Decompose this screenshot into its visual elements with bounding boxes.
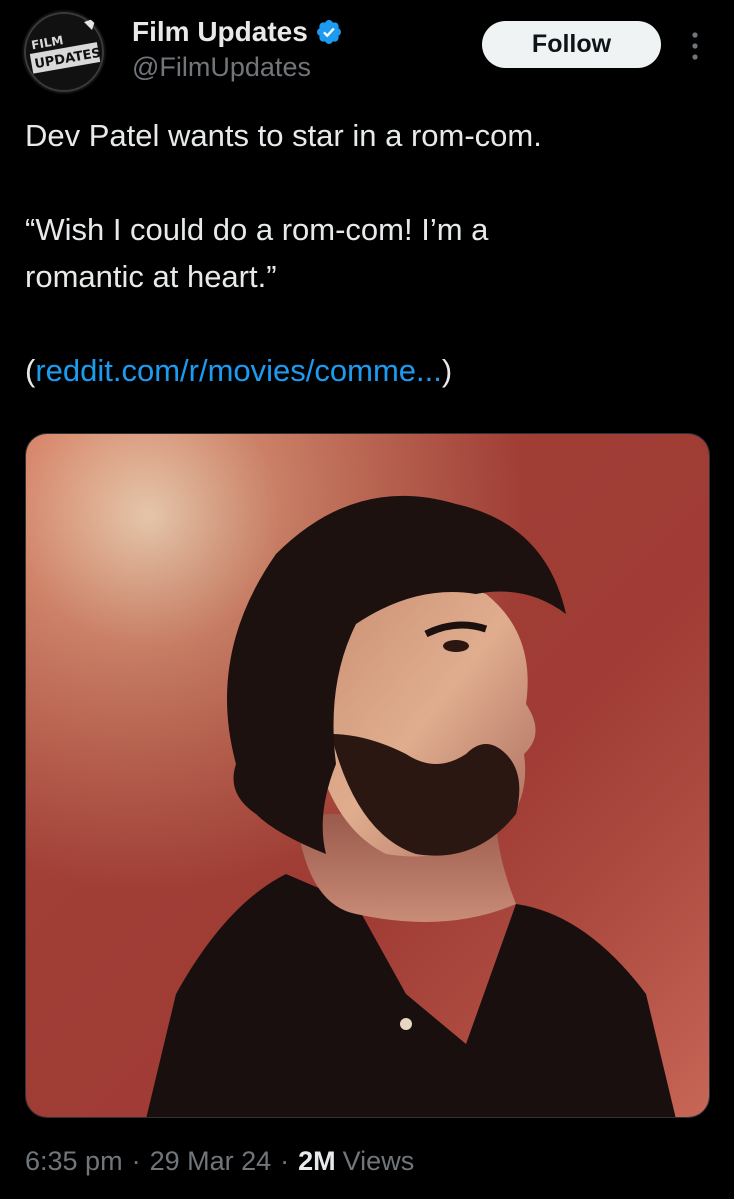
film-updates-logo: FILM UPDATES (22, 10, 106, 94)
tweet-text: Dev Patel wants to star in a rom-com. “W… (25, 112, 715, 394)
link-open-paren: ( (25, 353, 36, 388)
meta-separator: · (280, 1146, 290, 1176)
avatar[interactable]: FILM UPDATES (22, 10, 106, 94)
portrait-photo (26, 434, 709, 1117)
verified-badge-icon (316, 20, 341, 44)
tweet-time[interactable]: 6:35 pm (25, 1146, 123, 1177)
author-handle[interactable]: @FilmUpdates (132, 52, 311, 83)
tweet-link-line: (reddit.com/r/movies/comme...) (25, 347, 715, 394)
link-close-paren: ) (441, 353, 453, 388)
vertical-ellipsis-icon (692, 32, 698, 60)
views-label: Views (342, 1146, 415, 1176)
more-options-button[interactable] (680, 26, 710, 66)
author-display-name[interactable]: Film Updates (132, 16, 308, 48)
meta-separator: · (131, 1146, 141, 1176)
tweet-quote-line: romantic at heart.” (25, 259, 277, 294)
follow-button[interactable]: Follow (482, 21, 661, 68)
tweet-text-line: Dev Patel wants to star in a rom-com. (25, 118, 542, 153)
author-name-row[interactable]: Film Updates (132, 14, 343, 50)
tweet-quote-line: “Wish I could do a rom-com! I’m a (25, 212, 489, 247)
tweet-meta: 6:35 pm · 29 Mar 24 · 2M Views (25, 1146, 414, 1177)
source-link[interactable]: reddit.com/r/movies/comme... (35, 353, 442, 388)
tweet-date[interactable]: 29 Mar 24 (150, 1146, 272, 1177)
views-count: 2M (298, 1146, 336, 1176)
tweet-header: FILM UPDATES Film Updates @FilmUpdates F… (0, 0, 734, 100)
tweet-photo[interactable] (25, 433, 710, 1118)
